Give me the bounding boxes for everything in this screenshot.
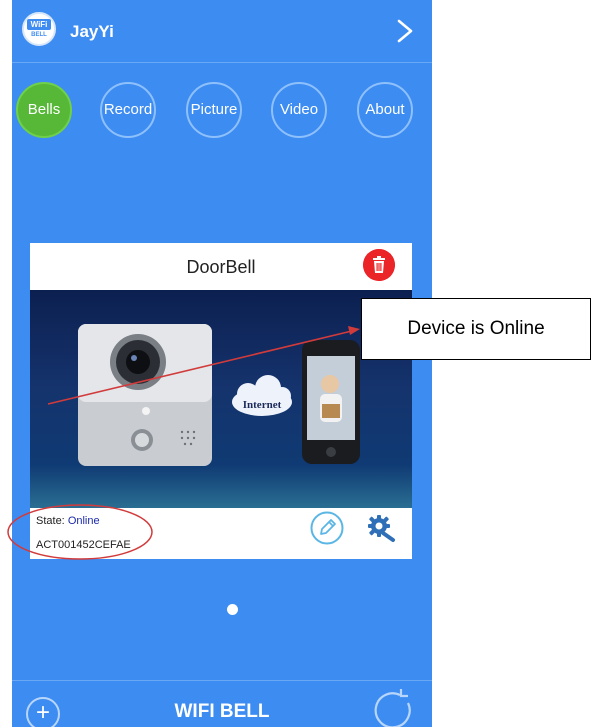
tab-about[interactable]: About (357, 82, 413, 138)
annotation-callout: Device is Online (361, 298, 591, 360)
state-label: State: (36, 515, 65, 527)
device-id: ACT001452CEFAE (36, 539, 131, 551)
tab-record[interactable]: Record (100, 82, 156, 138)
device-illustration: Internet (30, 290, 412, 508)
settings-gear-icon[interactable] (366, 513, 396, 543)
device-name: DoorBell (186, 257, 256, 277)
refresh-icon[interactable] (372, 689, 414, 727)
app-screen: WiFi BELL JayYi Bells Record Picture Vid… (12, 0, 432, 727)
tab-video[interactable]: Video (271, 82, 327, 138)
tab-picture[interactable]: Picture (186, 82, 242, 138)
edit-pencil-icon[interactable] (310, 511, 344, 545)
top-bar: WiFi BELL JayYi (12, 0, 432, 63)
device-card[interactable]: DoorBell Internet State: Online ACT00145… (30, 243, 412, 559)
state-value: Online (67, 515, 100, 527)
tab-bells[interactable]: Bells (16, 82, 72, 138)
bottom-bar: + WIFI BELL (12, 680, 432, 727)
chevron-right-icon[interactable] (392, 18, 418, 44)
cloud-label: Internet (243, 399, 282, 411)
wifi-bell-logo-icon: WiFi BELL (22, 12, 56, 46)
page-indicator-dot (227, 604, 238, 615)
account-name: JayYi (70, 22, 114, 41)
main-tabs: Bells Record Picture Video About (12, 82, 432, 140)
trash-icon[interactable] (363, 249, 395, 281)
app-brand: WIFI BELL (174, 701, 270, 722)
state-row: State: Online (36, 515, 100, 527)
logo-text-bell: BELL (31, 32, 47, 38)
logo-text-wifi: WiFi (27, 19, 51, 30)
